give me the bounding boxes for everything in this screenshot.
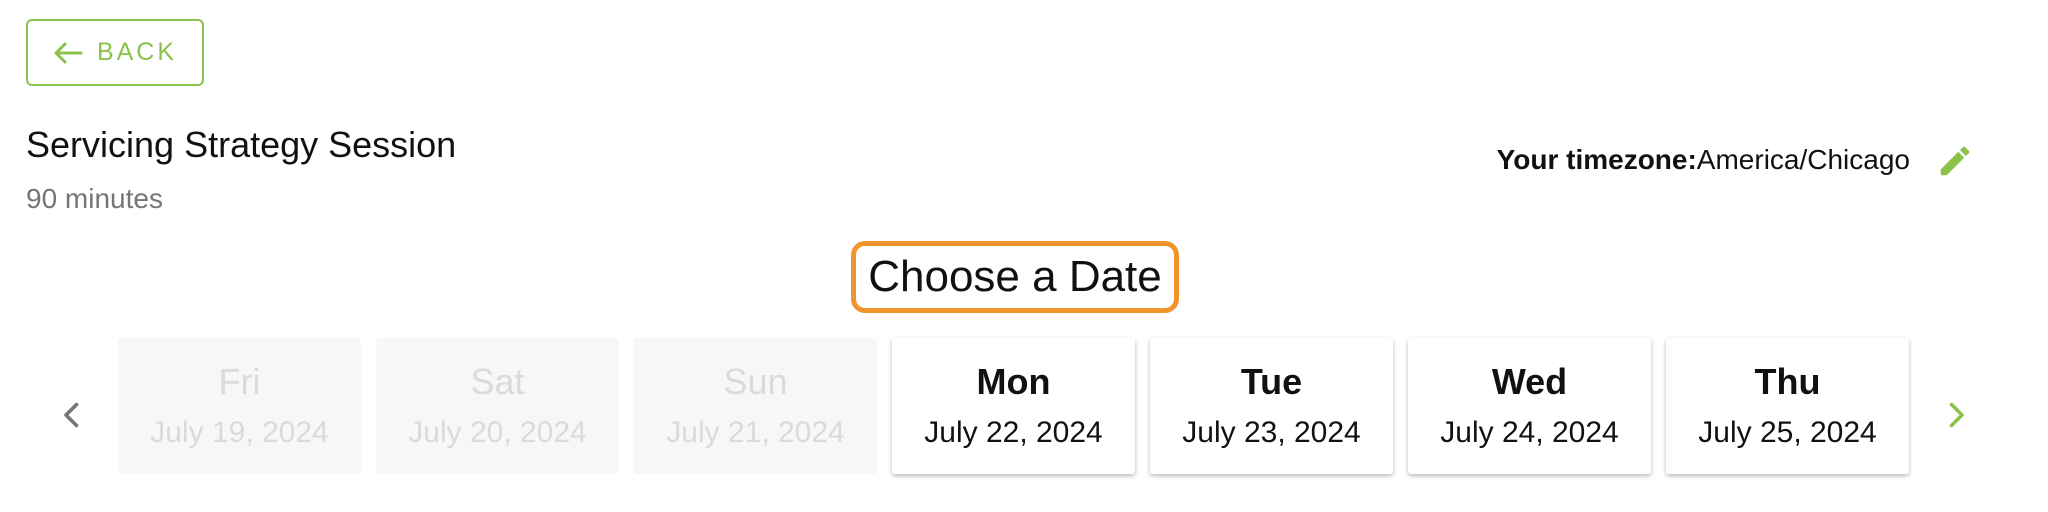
day-date: July 24, 2024: [1440, 416, 1619, 449]
timezone-display: Your timezone:America/Chicago: [1497, 144, 1910, 176]
pencil-icon[interactable]: [1936, 142, 1974, 180]
date-card-sat: Sat July 20, 2024: [376, 338, 619, 474]
arrow-left-icon: [54, 42, 83, 63]
back-button[interactable]: BACK: [26, 19, 204, 86]
day-date: July 21, 2024: [666, 416, 845, 449]
date-card-thu[interactable]: Thu July 25, 2024: [1666, 338, 1909, 474]
day-name: Sun: [723, 361, 788, 402]
day-date: July 20, 2024: [408, 416, 587, 449]
day-name: Mon: [976, 361, 1051, 402]
day-name: Fri: [218, 361, 261, 402]
date-card-wed[interactable]: Wed July 24, 2024: [1408, 338, 1651, 474]
timezone-value: America/Chicago: [1696, 144, 1910, 175]
day-name: Tue: [1240, 361, 1303, 402]
date-card-sun: Sun July 21, 2024: [634, 338, 877, 474]
day-name: Thu: [1754, 361, 1821, 402]
chevron-left-icon[interactable]: [54, 397, 90, 433]
day-date: July 23, 2024: [1182, 416, 1361, 449]
choose-date-heading: Choose a Date: [851, 241, 1179, 313]
day-date: July 19, 2024: [150, 416, 329, 449]
day-name: Sat: [470, 361, 525, 402]
session-duration: 90 minutes: [26, 183, 163, 214]
day-name: Wed: [1491, 361, 1568, 402]
session-title: Servicing Strategy Session: [26, 124, 457, 165]
chevron-right-icon[interactable]: [1938, 397, 1974, 433]
back-button-label: BACK: [96, 38, 178, 66]
date-card-mon[interactable]: Mon July 22, 2024: [892, 338, 1135, 474]
day-date: July 22, 2024: [924, 416, 1103, 449]
timezone-label: Your timezone:: [1496, 144, 1697, 175]
date-card-tue[interactable]: Tue July 23, 2024: [1150, 338, 1393, 474]
day-date: July 25, 2024: [1698, 416, 1877, 449]
date-card-fri: Fri July 19, 2024: [118, 338, 361, 474]
date-carousel: Fri July 19, 2024 Sat July 20, 2024 Sun …: [118, 338, 1909, 474]
